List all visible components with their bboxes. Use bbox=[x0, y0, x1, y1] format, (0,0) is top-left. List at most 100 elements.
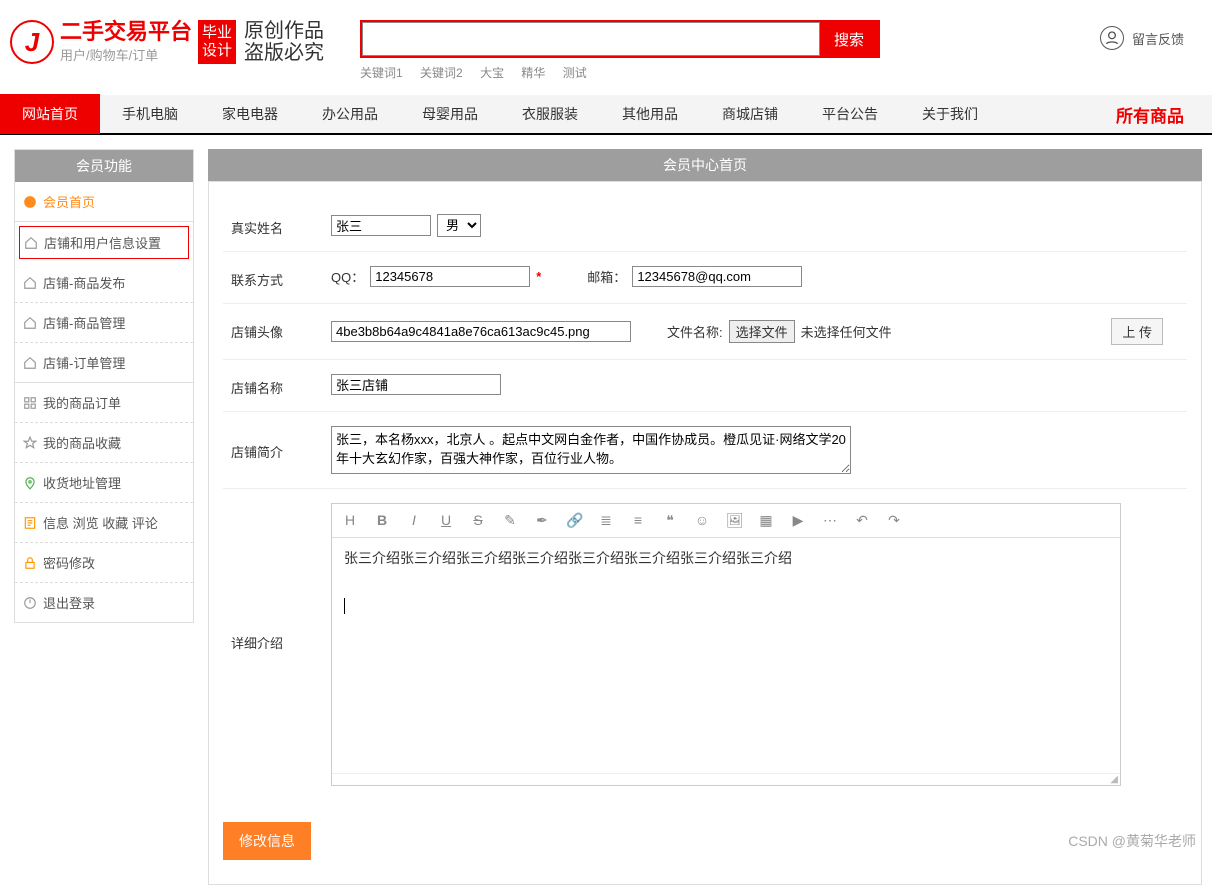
nav-office[interactable]: 办公用品 bbox=[300, 94, 400, 134]
eraser-icon[interactable]: ✎ bbox=[502, 512, 518, 529]
nav-phone[interactable]: 手机电脑 bbox=[100, 94, 200, 134]
row-realname: 真实姓名 男 bbox=[223, 200, 1187, 252]
heading-icon[interactable]: H bbox=[342, 512, 358, 529]
intro-textarea[interactable] bbox=[331, 426, 851, 474]
sidebar-item-goods[interactable]: 店铺-商品管理 bbox=[15, 303, 193, 343]
realname-input[interactable] bbox=[331, 215, 431, 236]
video-icon[interactable]: ▶ bbox=[790, 512, 806, 529]
gender-select[interactable]: 男 bbox=[437, 214, 481, 237]
keyword-link[interactable]: 精华 bbox=[521, 66, 545, 80]
design-badge: 毕业 设计 bbox=[198, 20, 236, 64]
row-storename: 店铺名称 bbox=[223, 360, 1187, 412]
qq-label: QQ： bbox=[331, 267, 364, 286]
nav-home[interactable]: 网站首页 bbox=[0, 94, 100, 134]
nav-appliance[interactable]: 家电电器 bbox=[200, 94, 300, 134]
all-goods-link[interactable]: 所有商品 bbox=[1116, 102, 1212, 127]
editor-caret bbox=[344, 598, 345, 614]
row-avatar: 店铺头像 文件名称: 选择文件 未选择任何文件 上 传 bbox=[223, 304, 1187, 360]
image-icon[interactable]: 🖼 bbox=[726, 512, 742, 529]
sidebar-item-myorders[interactable]: 我的商品订单 bbox=[15, 383, 193, 423]
sidebar-item-logout[interactable]: 退出登录 bbox=[15, 583, 193, 622]
home-icon bbox=[24, 236, 38, 250]
choose-file-button[interactable]: 选择文件 bbox=[729, 320, 795, 343]
label-realname: 真实姓名 bbox=[231, 214, 331, 237]
pin-icon bbox=[23, 476, 37, 490]
hot-keywords: 关键词1 关键词2 大宝 精华 测试 bbox=[360, 64, 1100, 81]
sidebar-item-settings[interactable]: 店铺和用户信息设置 bbox=[19, 226, 189, 259]
redo-icon[interactable]: ↷ bbox=[886, 512, 902, 529]
italic-icon[interactable]: I bbox=[406, 512, 422, 529]
grid-icon bbox=[23, 396, 37, 410]
code-icon[interactable]: ⋯ bbox=[822, 512, 838, 529]
home-icon bbox=[23, 316, 37, 330]
doc-icon bbox=[23, 516, 37, 530]
link-icon[interactable]: 🔗 bbox=[566, 512, 582, 529]
editor-body[interactable]: 张三介绍张三介绍张三介绍张三介绍张三介绍张三介绍张三介绍张三介绍 bbox=[332, 538, 1120, 773]
star-icon bbox=[23, 436, 37, 450]
quote-icon[interactable]: ❝ bbox=[662, 512, 678, 529]
main-nav: 网站首页 手机电脑 家电电器 办公用品 母婴用品 衣服服装 其他用品 商城店铺 … bbox=[0, 95, 1212, 135]
sidebar-item-password[interactable]: 密码修改 bbox=[15, 543, 193, 583]
sidebar-item-label: 密码修改 bbox=[43, 553, 95, 572]
sidebar-item-address[interactable]: 收货地址管理 bbox=[15, 463, 193, 503]
emoji-icon[interactable]: ☺ bbox=[694, 512, 710, 529]
strike-icon[interactable]: S bbox=[470, 512, 486, 529]
label-avatar: 店铺头像 bbox=[231, 318, 331, 341]
file-empty-text: 未选择任何文件 bbox=[801, 322, 892, 341]
sidebar-item-info[interactable]: 信息 浏览 收藏 评论 bbox=[15, 503, 193, 543]
home-icon bbox=[23, 195, 37, 209]
color-icon[interactable]: ✒ bbox=[534, 512, 550, 529]
underline-icon[interactable]: U bbox=[438, 512, 454, 529]
nav-baby[interactable]: 母婴用品 bbox=[400, 94, 500, 134]
list-icon[interactable]: ≣ bbox=[598, 512, 614, 529]
label-contact: 联系方式 bbox=[231, 266, 331, 289]
keyword-link[interactable]: 关键词2 bbox=[420, 66, 463, 80]
search-box: 搜索 bbox=[360, 20, 880, 58]
editor-resize[interactable]: ◢ bbox=[332, 773, 1120, 785]
nav-notice[interactable]: 平台公告 bbox=[800, 94, 900, 134]
sidebar-item-label: 会员首页 bbox=[43, 192, 95, 211]
logo[interactable]: J 二手交易平台 用户/购物车/订单 毕业 设计 原创作品 盗版必究 bbox=[10, 20, 360, 64]
bold-icon[interactable]: B bbox=[374, 512, 390, 529]
sidebar-item-label: 店铺-商品管理 bbox=[43, 313, 125, 332]
sidebar-item-label: 信息 浏览 收藏 评论 bbox=[43, 513, 158, 532]
align-icon[interactable]: ≡ bbox=[630, 512, 646, 529]
keyword-link[interactable]: 关键词1 bbox=[360, 66, 403, 80]
search-button[interactable]: 搜索 bbox=[820, 22, 878, 56]
sidebar-item-home[interactable]: 会员首页 bbox=[15, 182, 193, 222]
sidebar-item-fav[interactable]: 我的商品收藏 bbox=[15, 423, 193, 463]
nav-cloth[interactable]: 衣服服装 bbox=[500, 94, 600, 134]
home-icon bbox=[23, 276, 37, 290]
avatar-input[interactable] bbox=[331, 321, 631, 342]
sidebar-item-orders[interactable]: 店铺-订单管理 bbox=[15, 343, 193, 383]
submit-button[interactable]: 修改信息 bbox=[223, 822, 311, 860]
power-icon bbox=[23, 596, 37, 610]
sidebar-item-label: 退出登录 bbox=[43, 593, 95, 612]
search-input[interactable] bbox=[362, 22, 820, 56]
main: 会员功能 会员首页 店铺和用户信息设置 店铺-商品发布 店铺-商品管理 店铺-订… bbox=[0, 135, 1212, 895]
nav-store[interactable]: 商城店铺 bbox=[700, 94, 800, 134]
sidebar: 会员功能 会员首页 店铺和用户信息设置 店铺-商品发布 店铺-商品管理 店铺-订… bbox=[14, 149, 194, 623]
undo-icon[interactable]: ↶ bbox=[854, 512, 870, 529]
logo-icon: J bbox=[10, 20, 54, 64]
lock-icon bbox=[23, 556, 37, 570]
row-detail: 详细介绍 H B I U S ✎ ✒ 🔗 ≣ ≡ bbox=[223, 489, 1187, 800]
keyword-link[interactable]: 测试 bbox=[563, 66, 587, 80]
sidebar-item-label: 店铺-商品发布 bbox=[43, 273, 125, 292]
storename-input[interactable] bbox=[331, 374, 501, 395]
sidebar-item-publish[interactable]: 店铺-商品发布 bbox=[15, 263, 193, 303]
nav-about[interactable]: 关于我们 bbox=[900, 94, 1000, 134]
home-icon bbox=[23, 356, 37, 370]
sidebar-title: 会员功能 bbox=[15, 150, 193, 182]
search-block: 搜索 关键词1 关键词2 大宝 精华 测试 bbox=[360, 20, 1100, 81]
keyword-link[interactable]: 大宝 bbox=[480, 66, 504, 80]
nav-other[interactable]: 其他用品 bbox=[600, 94, 700, 134]
feedback-link[interactable]: 留言反馈 bbox=[1100, 20, 1192, 50]
label-detail: 详细介绍 bbox=[231, 503, 331, 652]
upload-button[interactable]: 上 传 bbox=[1111, 318, 1163, 345]
content: 会员中心首页 真实姓名 男 联系方式 QQ： * 邮箱： bbox=[208, 149, 1202, 885]
slogan: 原创作品 盗版必究 bbox=[244, 20, 324, 64]
qq-input[interactable] bbox=[370, 266, 530, 287]
table-icon[interactable]: ▦ bbox=[758, 512, 774, 529]
email-input[interactable] bbox=[632, 266, 802, 287]
